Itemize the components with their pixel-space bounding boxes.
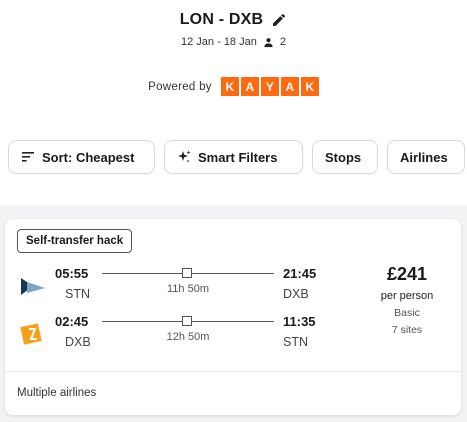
airlines-filter-button[interactable]: Airlines	[387, 140, 465, 174]
kayak-logo: K A Y A K	[220, 77, 319, 96]
kayak-logo-letter: K	[220, 77, 239, 96]
sites-count: 7 sites	[391, 324, 423, 336]
outbound-stop-marker	[182, 268, 192, 278]
outbound-depart-airport: STN	[65, 287, 90, 301]
sort-button[interactable]: Sort: Cheapest	[8, 140, 155, 174]
price-box: £241 per person Basic 7 sites	[359, 264, 455, 336]
outbound-depart-time: 05:55	[55, 266, 89, 281]
search-header: LON - DXB 12 Jan - 18 Jan 2 Powered by K…	[0, 0, 467, 205]
route-title: LON - DXB	[179, 11, 264, 28]
airline-logo-icon	[20, 323, 42, 345]
outbound-duration: 11h 50m	[167, 283, 209, 295]
inbound-arrive-time: 11:35	[283, 314, 316, 329]
sort-icon	[22, 152, 34, 162]
kayak-logo-letter: A	[280, 77, 299, 96]
smart-filters-button[interactable]: Smart Filters	[164, 140, 303, 174]
inbound-arrive-airport: STN	[283, 335, 308, 349]
kayak-logo-letter: K	[300, 77, 319, 96]
inbound-stop-marker	[182, 316, 192, 326]
smart-filters-label: Smart Filters	[198, 149, 278, 165]
stops-label: Stops	[325, 149, 362, 165]
airlines-label: Airlines	[400, 149, 448, 165]
sparkle-icon	[178, 150, 191, 163]
powered-by-label: Powered by	[148, 80, 212, 93]
powered-by: Powered by K A Y A K	[0, 77, 467, 96]
outbound-arrive-airport: DXB	[283, 287, 309, 301]
pencil-icon[interactable]	[271, 12, 287, 28]
fare-type: Basic	[394, 307, 420, 319]
filter-bar: Sort: Cheapest Smart Filters Stops Airli…	[8, 140, 465, 174]
sort-label: Sort: Cheapest	[42, 149, 135, 165]
stops-filter-button[interactable]: Stops	[312, 140, 378, 174]
airlines-note: Multiple airlines	[17, 387, 97, 399]
kayak-logo-letter: A	[240, 77, 259, 96]
inbound-depart-time: 02:45	[55, 314, 89, 329]
outbound-arrive-time: 21:45	[283, 266, 317, 281]
inbound-depart-airport: DXB	[65, 335, 91, 349]
trip-meta: 12 Jan - 18 Jan 2	[0, 36, 467, 48]
traveller-count: 2	[279, 36, 286, 48]
inbound-duration: 12h 50m	[166, 331, 210, 343]
kayak-logo-letter: Y	[260, 77, 279, 96]
price: £241	[386, 264, 428, 284]
self-transfer-badge: Self-transfer hack	[17, 229, 133, 253]
person-icon	[264, 37, 273, 47]
airline-logo-icon	[21, 278, 45, 295]
card-divider	[5, 371, 461, 372]
route-row: LON - DXB	[0, 11, 467, 29]
flight-result-card[interactable]: Self-transfer hack 05:55 STN 11h 50m 21:…	[5, 219, 461, 415]
outbound-leg: 05:55 STN 11h 50m 21:45 DXB	[5, 266, 365, 306]
inbound-leg: 02:45 DXB 12h 50m 11:35 STN	[5, 314, 365, 354]
price-unit: per person	[380, 290, 434, 302]
trip-dates: 12 Jan - 18 Jan	[181, 36, 257, 48]
